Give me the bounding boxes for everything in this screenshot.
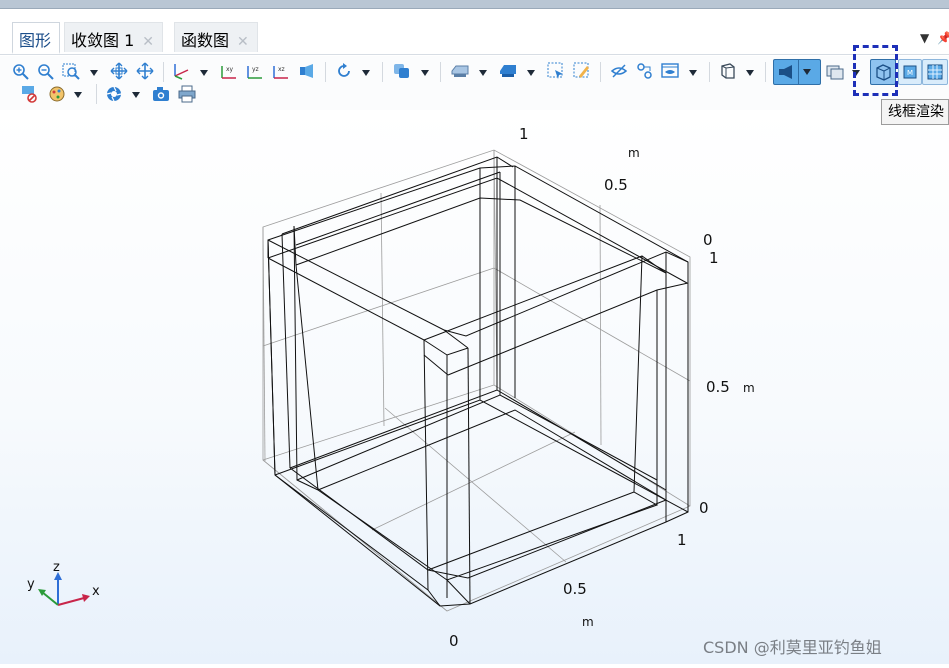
- render-mode-split-button[interactable]: [773, 59, 821, 85]
- z-tick: 0.5: [706, 378, 730, 396]
- toolbar-separator: [325, 62, 326, 82]
- highlight-box: [853, 45, 898, 96]
- zoom-box-icon[interactable]: [62, 63, 80, 81]
- view-xz-icon[interactable]: xz: [272, 62, 290, 80]
- selection-icon[interactable]: [451, 62, 469, 80]
- show-icon[interactable]: [636, 62, 654, 80]
- toolbar-separator: [600, 62, 601, 82]
- triad-x-label: x: [92, 584, 100, 599]
- grid-render-icon: [927, 64, 943, 80]
- triad-y-label: y: [27, 577, 35, 592]
- zoom-extents-icon[interactable]: [110, 62, 128, 80]
- visibility-icon[interactable]: [661, 62, 679, 80]
- x-tick: 1: [677, 531, 687, 549]
- tab-label: 函数图: [181, 31, 230, 50]
- chevron-down-icon[interactable]: [746, 70, 754, 76]
- graphics-toolbar: xy yz xz M: [0, 56, 949, 110]
- svg-text:xz: xz: [278, 66, 285, 73]
- transparency-icon[interactable]: [393, 62, 411, 80]
- scene-light-icon[interactable]: [298, 62, 316, 80]
- chevron-down-icon[interactable]: [90, 70, 98, 76]
- svg-text:yz: yz: [252, 66, 259, 73]
- select-box-icon[interactable]: [547, 62, 565, 80]
- axis-unit: m: [628, 146, 640, 160]
- split-divider: [798, 60, 799, 84]
- close-icon[interactable]: ✕: [237, 34, 249, 50]
- tab-function-plot[interactable]: 函数图 ✕: [174, 22, 258, 52]
- z-tick-top-back: 1: [519, 125, 529, 143]
- chevron-down-icon[interactable]: [74, 92, 82, 98]
- surface-render-button[interactable]: M: [898, 59, 922, 85]
- grid-render-button[interactable]: [922, 59, 948, 85]
- geometry-wireframe-view[interactable]: 1 m 0.5 0 1 0.5 m 0 1 0.5 m 0 z x y: [0, 110, 949, 664]
- z-tick: 1: [709, 249, 719, 267]
- x-tick: 0: [449, 632, 459, 650]
- zoom-in-icon[interactable]: [12, 63, 30, 81]
- window-icon[interactable]: [826, 63, 844, 81]
- pin-icon[interactable]: 📌: [937, 31, 949, 45]
- tab-bar: 图形 收敛图 1 ✕ 函数图 ✕ ▼ 📌: [0, 14, 949, 55]
- zoom-out-icon[interactable]: [37, 63, 55, 81]
- toolbar-separator: [709, 62, 710, 82]
- chevron-down-icon[interactable]: [689, 70, 697, 76]
- z-tick: 0: [699, 499, 709, 517]
- tab-label: 收敛图 1: [71, 31, 135, 50]
- view-default-icon[interactable]: [172, 62, 190, 80]
- image-snapshot-icon[interactable]: [105, 85, 123, 103]
- scene-light-icon: [779, 65, 792, 79]
- chevron-down-icon[interactable]: [362, 70, 370, 76]
- clear-selection-icon[interactable]: [573, 62, 591, 80]
- chevron-down-icon[interactable]: [527, 70, 535, 76]
- axis-triad: z x y: [27, 560, 100, 606]
- scene-icon[interactable]: [499, 62, 517, 80]
- colors-icon[interactable]: [48, 85, 66, 103]
- chevron-down-icon[interactable]: [479, 70, 487, 76]
- reset-view-icon[interactable]: [20, 85, 38, 103]
- tooltip: 线框渲染: [881, 99, 949, 125]
- cube-frame-wireframe: [267, 156, 689, 607]
- axis-unit: m: [582, 615, 594, 629]
- print-icon[interactable]: [178, 85, 196, 103]
- watermark: CSDN @利莫里亚钓鱼姐: [703, 638, 882, 657]
- window-top-strip: [0, 0, 949, 9]
- toolbar-separator: [163, 62, 164, 82]
- chevron-down-icon[interactable]: [200, 70, 208, 76]
- svg-text:M: M: [907, 69, 913, 77]
- chevron-down-icon[interactable]: [803, 69, 811, 75]
- view-yz-icon[interactable]: yz: [246, 62, 264, 80]
- tab-label: 图形: [19, 31, 52, 50]
- graphics-canvas[interactable]: 1 m 0.5 0 1 0.5 m 0 1 0.5 m 0 z x y: [0, 110, 949, 664]
- tab-convergence-plot[interactable]: 收敛图 1 ✕: [64, 22, 164, 52]
- toolbar-separator: [765, 62, 766, 82]
- zoom-selected-icon[interactable]: [136, 62, 154, 80]
- toolbar-separator: [382, 62, 383, 82]
- y-tick-top: 0.5: [604, 176, 628, 194]
- chevron-down-icon[interactable]: [132, 92, 140, 98]
- toolbar-separator: [440, 62, 441, 82]
- dropdown-triangle-icon[interactable]: ▼: [920, 31, 929, 45]
- y-tick-top: 0: [703, 231, 713, 249]
- view-xy-icon[interactable]: xy: [220, 62, 238, 80]
- svg-text:xy: xy: [226, 66, 234, 73]
- perspective-icon[interactable]: [719, 62, 737, 80]
- close-icon[interactable]: ✕: [142, 34, 154, 50]
- axis-grid: [262, 149, 691, 612]
- surface-render-icon: M: [903, 65, 917, 79]
- rotate-icon[interactable]: [335, 62, 353, 80]
- toolbar-separator: [96, 84, 97, 104]
- tab-graphics[interactable]: 图形: [12, 22, 61, 54]
- x-tick: 0.5: [563, 580, 587, 598]
- hide-icon[interactable]: [610, 62, 628, 80]
- chevron-down-icon[interactable]: [421, 70, 429, 76]
- camera-icon[interactable]: [152, 85, 170, 103]
- triad-z-label: z: [53, 560, 60, 575]
- axis-unit: m: [743, 381, 755, 395]
